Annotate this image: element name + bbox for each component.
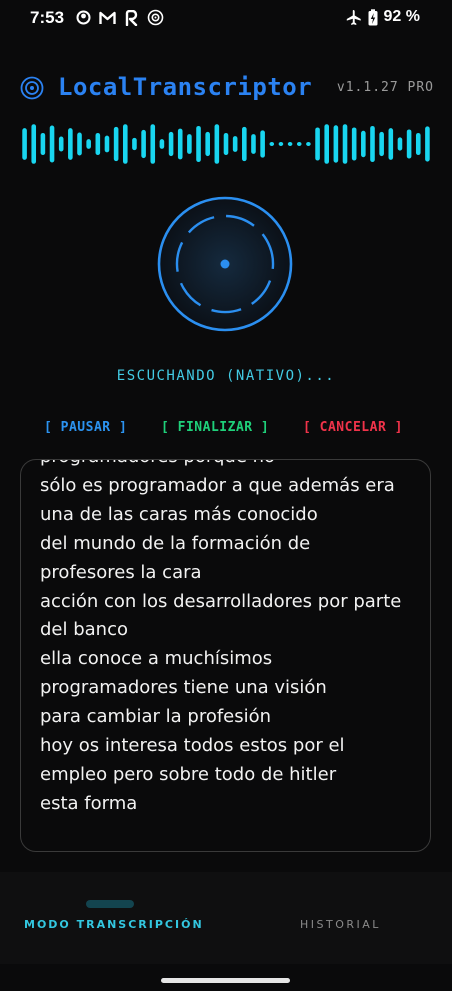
system-status: 92 % [345, 8, 420, 26]
gesture-home-bar[interactable] [161, 978, 290, 983]
waveform-bar [296, 142, 302, 146]
target-app-icon [147, 9, 164, 26]
transcript-line: programadores porque no [40, 460, 420, 472]
notification-icons [76, 9, 164, 26]
waveform-bar [370, 125, 375, 163]
waveform-bar [122, 124, 128, 164]
waveform-bar [379, 131, 384, 157]
waveform-bar [232, 136, 238, 152]
transcript-line: ella conoce a muchísimos [40, 648, 273, 670]
waveform-bar [168, 131, 174, 157]
listening-status: ESCUCHANDO (NATIVO)... [116, 368, 336, 384]
waveform-bar [315, 127, 320, 161]
waveform-bar [132, 137, 137, 151]
action-bar: [ PAUSAR ] [ FINALIZAR ] [ CANCELAR ] [0, 420, 452, 442]
waveform-bar [68, 128, 73, 160]
cancel-button[interactable]: [ CANCELAR ] [303, 420, 403, 435]
waveform-bar [415, 133, 421, 155]
waveform-bar [361, 130, 366, 158]
transcript-line: para cambiar la profesión [40, 706, 272, 728]
waveform-bar [187, 134, 192, 154]
waveform-bar [351, 127, 357, 161]
waveform-bar [223, 133, 229, 155]
audio-waveform [22, 124, 430, 164]
waveform-bar [177, 128, 183, 160]
transcript-line: programadores tiene una visión [40, 677, 327, 699]
airplane-icon [346, 9, 361, 25]
transcript-line: esta forma [40, 792, 138, 814]
transcript-line: del mundo de la formación de [40, 532, 311, 554]
waveform-bar [278, 142, 284, 146]
version-label: v1.1.27 PRO [336, 80, 434, 95]
transcript-line: hoy os interesa todos estos por el [40, 735, 345, 757]
transcript-line: empleo pero sobre todo de hitler [40, 763, 337, 785]
waveform-bar [287, 142, 293, 146]
battery-percent: 92 % [383, 8, 420, 25]
waveform-bar [251, 134, 256, 154]
waveform-bar [205, 131, 210, 157]
transcript-line: acción con los desarrolladores por parte [40, 590, 402, 612]
waveform-bar [150, 124, 156, 164]
gmail-icon [99, 11, 116, 24]
waveform-bar [242, 126, 247, 162]
circle-app-icon [76, 10, 91, 25]
bottom-navigation: MODO TRANSCRIPCIÓN HISTORIAL [0, 872, 452, 964]
finish-button[interactable]: [ FINALIZAR ] [161, 420, 269, 435]
listening-indicator[interactable] [156, 195, 294, 333]
waveform-bar [86, 139, 91, 149]
transcript-line: una de las caras más conocido [40, 503, 318, 525]
transcript-line: sólo es programador a que además era [40, 474, 395, 496]
tab-transcription-mode[interactable]: MODO TRANSCRIPCIÓN [24, 918, 204, 931]
transcript-text: programadores porque no sólo es programa… [40, 460, 420, 819]
waveform-bar [306, 142, 311, 146]
mic-center-dot [220, 259, 230, 269]
waveform-bar [196, 125, 201, 163]
waveform-bar [333, 125, 339, 163]
waveform-bar [324, 124, 330, 164]
waveform-bar [159, 139, 165, 149]
waveform-bar [342, 124, 348, 164]
waveform-bar [104, 135, 110, 153]
transcript-line: del banco [40, 619, 128, 641]
active-tab-indicator [86, 900, 134, 908]
waveform-bar [113, 126, 119, 162]
waveform-bar [397, 137, 403, 151]
waveform-bar [40, 133, 46, 155]
waveform-bar [49, 125, 55, 163]
waveform-bar [22, 128, 27, 160]
status-time: 7:53 [30, 8, 65, 27]
waveform-bar [406, 129, 412, 159]
transcript-panel[interactable]: programadores porque no sólo es programa… [20, 459, 431, 852]
waveform-bar [269, 142, 275, 146]
waveform-bar [260, 130, 265, 158]
waveform-bar [425, 126, 430, 162]
waveform-bar [95, 133, 101, 155]
app-header: LocalTranscriptor v1.1.27 PRO [18, 70, 434, 106]
pause-button[interactable]: [ PAUSAR ] [44, 420, 127, 435]
transcript-line: profesores la cara [40, 561, 202, 583]
waveform-bar [58, 136, 64, 152]
waveform-bar [214, 124, 220, 164]
waveform-bar [77, 132, 82, 156]
status-bar: 7:53 92 % [0, 0, 452, 38]
concentric-circle-icon [20, 76, 44, 100]
battery-charging-icon [368, 8, 378, 25]
waveform-bar [388, 128, 394, 160]
waveform-bar [141, 129, 146, 159]
tab-history[interactable]: HISTORIAL [300, 918, 381, 931]
waveform-bar [31, 124, 37, 164]
r-app-icon [125, 9, 138, 26]
app-title: LocalTranscriptor [58, 73, 313, 101]
